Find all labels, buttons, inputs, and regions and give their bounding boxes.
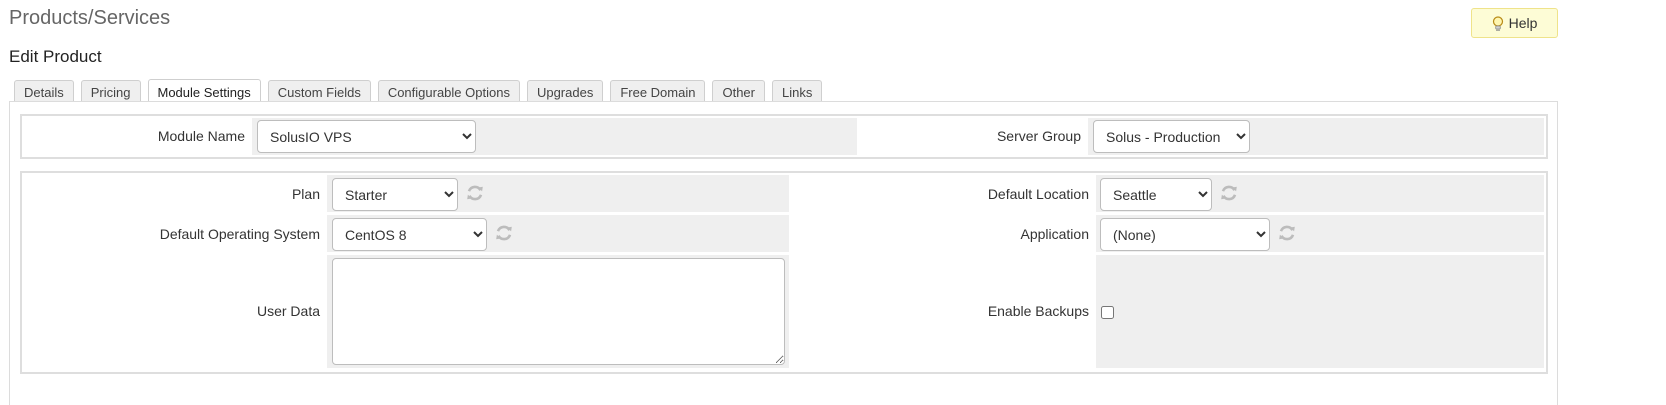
- module-settings-pane: Module Name SolusIO VPS Server Group Sol…: [9, 101, 1558, 405]
- refresh-icon[interactable]: [1277, 223, 1297, 243]
- application-label: Application: [1020, 226, 1090, 242]
- default-os-label: Default Operating System: [159, 226, 320, 242]
- module-selection-panel: Module Name SolusIO VPS Server Group Sol…: [20, 114, 1548, 159]
- refresh-icon[interactable]: [465, 183, 485, 203]
- help-button[interactable]: Help: [1471, 8, 1558, 38]
- enable-backups-label: Enable Backups: [987, 303, 1089, 319]
- enable-backups-cell: [1096, 255, 1544, 368]
- user-data-label: User Data: [256, 303, 320, 319]
- default-os-select[interactable]: CentOS 8: [332, 218, 487, 251]
- application-select[interactable]: (None): [1100, 218, 1270, 251]
- help-label: Help: [1508, 15, 1538, 31]
- plan-label: Plan: [291, 186, 320, 202]
- default-location-label: Default Location: [987, 186, 1089, 202]
- user-data-textarea[interactable]: [332, 258, 785, 365]
- lightbulb-icon: [1492, 15, 1504, 31]
- server-group-select[interactable]: Solus - Production: [1093, 120, 1250, 153]
- plan-select[interactable]: Starter: [332, 178, 458, 211]
- default-location-select[interactable]: Seattle: [1100, 178, 1212, 211]
- refresh-icon[interactable]: [494, 223, 514, 243]
- module-configuration-panel: Plan Starter Default Operating System Ce…: [20, 171, 1548, 374]
- enable-backups-checkbox[interactable]: [1101, 306, 1114, 319]
- server-group-label: Server Group: [996, 128, 1081, 144]
- module-name-label: Module Name: [157, 128, 245, 144]
- page-subtitle: Edit Product: [9, 47, 102, 66]
- page-title: Products/Services: [9, 7, 171, 29]
- module-name-select[interactable]: SolusIO VPS: [257, 120, 476, 153]
- refresh-icon[interactable]: [1219, 183, 1239, 203]
